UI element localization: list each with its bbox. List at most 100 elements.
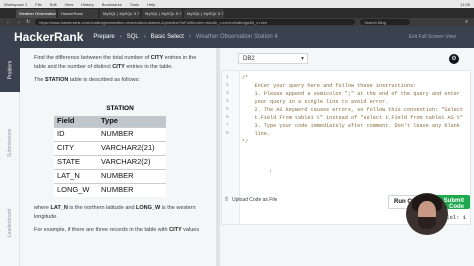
breadcrumb-basic-select[interactable]: Basic Select (151, 34, 184, 40)
hackerrank-logo[interactable]: HackerRank (14, 30, 83, 44)
table-cell: STATE (54, 154, 98, 169)
keyword: CITY (112, 63, 125, 70)
browser-nav-bar: ← → ↻ https://www.hackerrank.com/challen… (0, 18, 474, 26)
text: The (34, 77, 46, 83)
line-number: 4 (226, 99, 229, 104)
problem-paragraph: For example, if there are three records … (34, 226, 206, 235)
code-line: 3. Type your code immediately after comm… (242, 123, 460, 129)
keyword: CITY (150, 55, 164, 61)
code-line: t.Field From table1 t" instead of "selec… (242, 115, 464, 121)
table-cell: NUMBER (98, 182, 166, 197)
table-row: ID NUMBER (54, 126, 166, 141)
text: For example, if there are three records … (34, 227, 170, 233)
upload-code-link[interactable]: ⇧ Upload Code as File (224, 196, 278, 204)
os-menu-item[interactable]: File (35, 2, 41, 7)
tab-leaderboard[interactable]: Leaderboard (0, 198, 20, 248)
table-row: CITY VARCHAR2(21) (54, 140, 166, 155)
table-cell: VARCHAR2(21) (98, 140, 166, 155)
exit-fullscreen-link[interactable]: Exit Full Screen View (409, 34, 456, 40)
os-clock: 11:05 (460, 1, 470, 7)
text: entries in the table. (124, 63, 173, 70)
editor-panel: DB2 ▾ ⚙ 1 2 3 4 5 6 7 8 /* Enter your qu… (220, 48, 474, 266)
problem-paragraph: Find the difference between the total nu… (34, 54, 206, 71)
table-cell: LAT_N (54, 168, 98, 183)
line-number: 7 (226, 123, 229, 128)
problem-statement: Find the difference between the total nu… (20, 48, 216, 266)
column-header: Field (54, 116, 98, 127)
os-menu-item[interactable]: Bookmarks (102, 2, 122, 7)
chevron-down-icon: ▾ (300, 56, 304, 62)
keyword: LONG_W (136, 205, 161, 211)
os-menu-bar: Workspace 1 File Edit View History Bookm… (0, 0, 474, 8)
browser-tab[interactable]: MySQL | MySQL 5.7 Refere (100, 9, 140, 18)
code-line: 2. The AS keyword causes errors, so foll… (242, 107, 464, 113)
browser-menu-icon[interactable]: ≡ (465, 19, 474, 25)
os-menu-item[interactable]: Edit (50, 2, 57, 7)
breadcrumb-prepare[interactable]: Prepare (93, 34, 114, 40)
table-cell: NUMBER (98, 126, 166, 141)
line-number: 6 (226, 115, 229, 120)
line-number: 8 (226, 131, 229, 136)
text: values (181, 227, 200, 233)
os-menu-item[interactable]: Workspace 1 (4, 2, 27, 7)
upload-code-label: Upload Code as File (232, 196, 278, 203)
line-number: 1 (226, 75, 229, 80)
table-cell: LONG_W (54, 182, 98, 197)
keyword: LAT_N (50, 205, 68, 211)
problem-paragraph: The STATION table is described as follow… (34, 76, 206, 85)
table-row: STATE VARCHAR2(2) (54, 154, 166, 169)
browser-tab[interactable]: Weather Observation Station 4 | HackerRa… (16, 9, 56, 18)
reload-icon[interactable]: ↻ (26, 19, 30, 25)
station-schema-table: Field Type ID NUMBER CITY VARCHAR2(21) S… (54, 116, 166, 197)
text: table is described as follows: (68, 77, 140, 83)
problem-paragraph: where LAT_N is the northern latitude and… (34, 204, 206, 221)
browser-tab[interactable]: HackerRank (58, 9, 98, 18)
text-cursor-icon: I (270, 169, 272, 175)
back-arrow-icon[interactable]: ← (6, 19, 11, 25)
browser-tab[interactable]: MySQL | MySQL 5.7 Refere (184, 9, 224, 18)
code-line: /* (242, 75, 249, 81)
code-line: 1. Please append a semicolon ";" at the … (242, 91, 460, 97)
line-number: 5 (226, 107, 229, 112)
forward-arrow-icon[interactable]: → (16, 19, 21, 25)
tab-problem[interactable]: Problem (0, 48, 20, 92)
text: where (34, 205, 51, 211)
code-line: line. (242, 131, 271, 137)
line-number: 3 (226, 91, 229, 96)
text: is the northern latitude and (67, 205, 137, 211)
database-select-value: DB2 (243, 56, 255, 62)
code-line: your query in a single line to avoid err… (242, 99, 389, 105)
address-bar[interactable]: https://www.hackerrank.com/challenges/we… (35, 19, 356, 25)
database-select[interactable]: DB2 ▾ (238, 53, 308, 64)
column-header: Type (98, 116, 166, 127)
tab-leaderboard-label: Leaderboard (7, 208, 14, 238)
browser-tab[interactable]: MySQL | MySQL 5.7 Refere (142, 9, 182, 18)
table-cell: ID (54, 126, 98, 141)
chevron-right-icon: › (119, 34, 122, 40)
breadcrumb-current: Weather Observation Station 4 (195, 34, 278, 40)
keyword: STATION (45, 77, 69, 83)
os-menu-item[interactable]: Tools (130, 2, 139, 7)
tab-submissions-label: Submissions (7, 128, 14, 158)
tab-submissions[interactable]: Submissions (0, 118, 20, 168)
gear-icon[interactable]: ⚙ (449, 54, 459, 64)
os-menu-item[interactable]: Help (147, 2, 155, 7)
tab-problem-label: Problem (7, 60, 13, 80)
os-menu-item[interactable]: View (65, 2, 74, 7)
text: Find the difference between the total nu… (34, 55, 151, 61)
upload-icon: ⇧ (224, 197, 230, 203)
table-row: LONG_W NUMBER (54, 182, 166, 197)
browser-tab-bar: Weather Observation Station 4 | HackerRa… (0, 8, 474, 18)
chevron-right-icon: › (188, 34, 191, 40)
breadcrumb-sql[interactable]: SQL (127, 34, 139, 40)
code-line: */ (242, 139, 249, 145)
table-header-row: Field Type (54, 116, 166, 127)
os-menu-item[interactable]: History (81, 2, 93, 7)
table-cell: CITY (54, 140, 98, 155)
browser-search-box[interactable]: Search Bing (360, 19, 411, 25)
code-line: Enter your query here and follow these i… (242, 83, 417, 89)
line-number: 2 (226, 83, 229, 88)
keyword: CITY (169, 227, 182, 233)
table-cell: VARCHAR2(2) (98, 154, 166, 169)
table-title: STATION (106, 104, 134, 112)
